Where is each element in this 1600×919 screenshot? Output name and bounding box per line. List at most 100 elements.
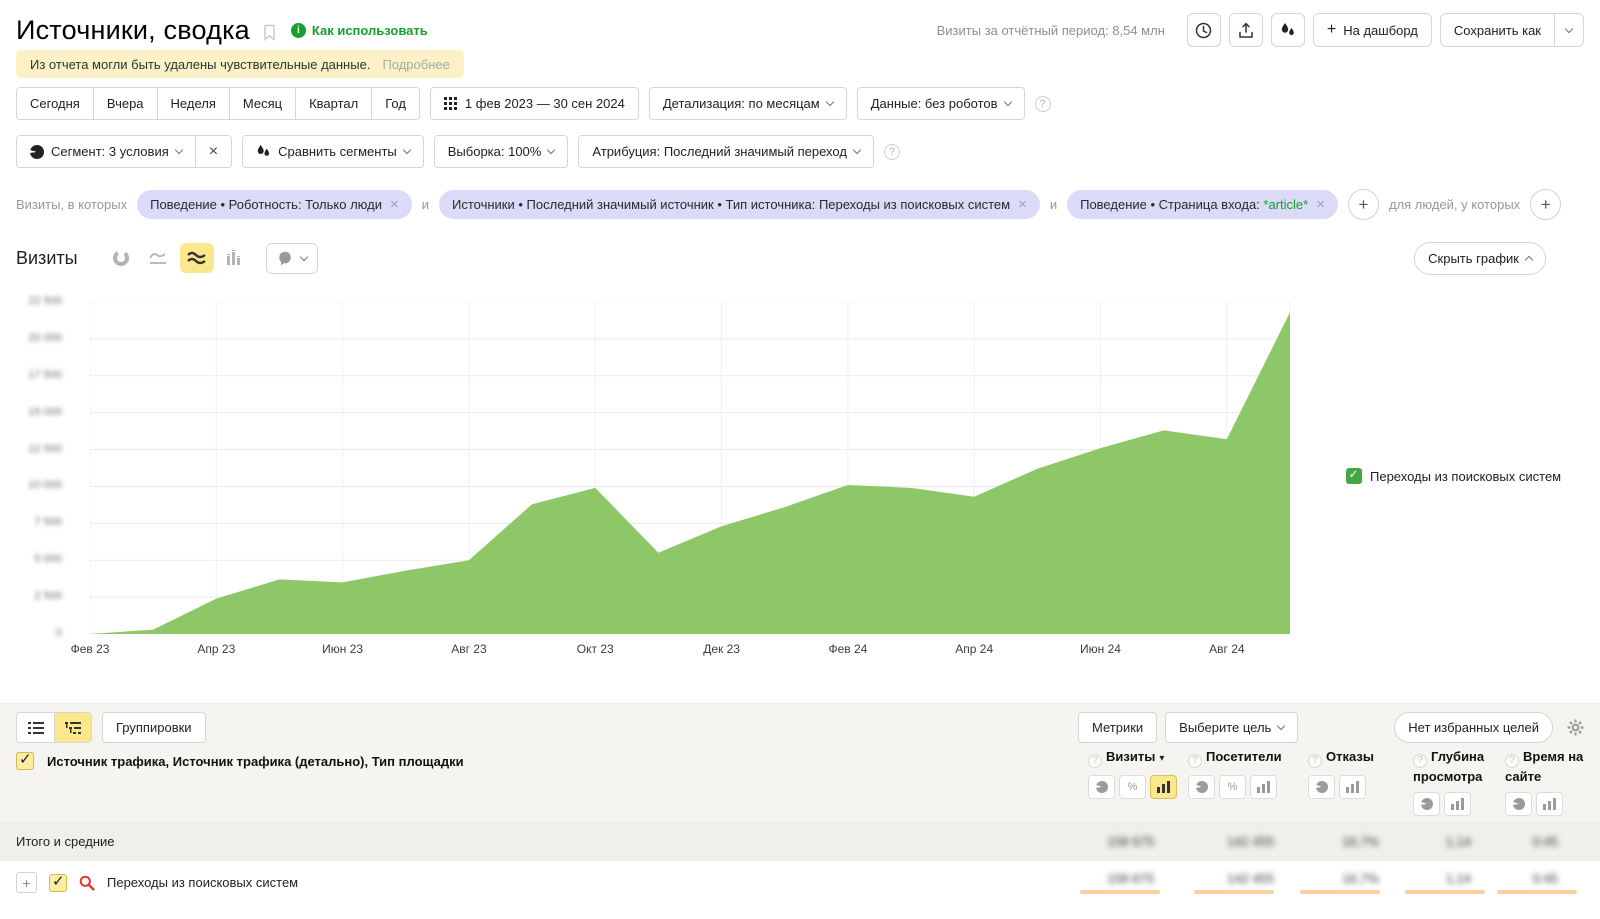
x-axis-label: Авг 23 — [451, 642, 486, 656]
segment-select[interactable]: Сегмент: 3 условия — [17, 136, 195, 167]
viz-bars-button[interactable] — [1536, 792, 1563, 816]
plus-icon: + — [1327, 21, 1336, 39]
grouping-title: Источник трафика, Источник трафика (дета… — [47, 754, 464, 769]
help-icon[interactable]: ? — [884, 144, 900, 160]
filter-chip-robots[interactable]: Поведение • Роботность: Только люди × — [137, 190, 412, 219]
select-all-checkbox[interactable] — [16, 752, 34, 770]
column-header-visitors[interactable]: ?Посетители — [1188, 748, 1300, 768]
row-checkbox[interactable] — [49, 874, 67, 892]
compare-segments-button[interactable]: Сравнить сегменты — [242, 135, 424, 168]
remove-filter-icon[interactable]: × — [1018, 196, 1027, 213]
date-range-button[interactable]: 1 фев 2023 — 30 сен 2024 — [430, 87, 639, 120]
export-button[interactable] — [1229, 13, 1263, 47]
y-axis-label: 22 500 — [28, 295, 62, 307]
settings-gear-icon[interactable] — [1567, 719, 1584, 736]
y-axis-label: 17 500 — [28, 369, 62, 381]
area-series-search-engines — [90, 312, 1290, 634]
metric-column-headers: ?Визиты▾ % ?Посетители % ?Отказы — [1080, 748, 1584, 816]
viz-bars-button[interactable] — [1339, 775, 1366, 799]
add-visit-filter-button[interactable]: + — [1348, 189, 1379, 220]
viz-pie-button[interactable] — [1308, 775, 1335, 799]
drops-icon — [1280, 22, 1296, 38]
expand-row-button[interactable]: + — [16, 872, 37, 893]
viz-percent-button[interactable]: % — [1119, 775, 1146, 799]
viz-pie-button[interactable] — [1088, 775, 1115, 799]
legend-checkbox[interactable] — [1346, 468, 1362, 484]
viz-bars-button[interactable] — [1444, 792, 1471, 816]
help-icon[interactable]: ? — [1035, 96, 1051, 112]
remove-filter-icon[interactable]: × — [390, 196, 399, 213]
column-header-bounce[interactable]: ?Отказы — [1308, 748, 1405, 768]
preset-year[interactable]: Год — [371, 88, 419, 119]
column-header-time[interactable]: ?Время на сайте — [1505, 748, 1584, 785]
bookmark-icon[interactable] — [262, 24, 277, 41]
save-as-split-button: Сохранить как — [1440, 13, 1584, 47]
visits-period-summary: Визиты за отчётный период: 8,54 млн — [937, 23, 1165, 38]
segments-button[interactable] — [1271, 13, 1305, 47]
choose-goal-select[interactable]: Выберите цель — [1165, 712, 1298, 743]
period-presets: Сегодня Вчера Неделя Месяц Квартал Год — [16, 87, 420, 120]
legend-item-search-engines[interactable]: Переходы из поисковых систем — [1346, 468, 1561, 484]
x-axis-label: Апр 24 — [955, 642, 993, 656]
column-header-visits[interactable]: ?Визиты▾ — [1088, 748, 1180, 768]
pie-icon — [1196, 781, 1208, 793]
metrics-button[interactable]: Метрики — [1078, 712, 1157, 743]
tree-view-button[interactable] — [54, 713, 91, 742]
groupings-button[interactable]: Группировки — [102, 712, 206, 743]
save-as-button[interactable]: Сохранить как — [1441, 14, 1554, 46]
remove-filter-icon[interactable]: × — [1316, 196, 1325, 213]
to-dashboard-button[interactable]: + На дашборд — [1313, 13, 1432, 47]
x-axis-labels: Фев 23Апр 23Июн 23Авг 23Окт 23Дек 23Фев … — [90, 642, 1290, 658]
x-axis-label: Дек 23 — [703, 642, 740, 656]
help-icon: ? — [1413, 754, 1427, 768]
segment-clear-button[interactable]: × — [195, 136, 231, 167]
sampling-select[interactable]: Выборка: 100% — [434, 135, 569, 168]
pie-icon — [1096, 781, 1108, 793]
column-header-depth[interactable]: ?Глубина просмотра — [1413, 748, 1497, 785]
annotations-button[interactable] — [266, 243, 318, 274]
chevron-down-icon — [1277, 722, 1285, 730]
banner-more-link[interactable]: Подробнее — [382, 57, 449, 72]
no-favorite-goals-badge[interactable]: Нет избранных целей — [1394, 712, 1553, 743]
preset-today[interactable]: Сегодня — [17, 88, 93, 119]
table-row-search-engines[interactable]: + Переходы из поисковых систем 158 675 1… — [0, 861, 1600, 904]
history-button[interactable] — [1187, 13, 1221, 47]
viz-pie-button[interactable] — [1188, 775, 1215, 799]
and-label: и — [422, 197, 429, 212]
chart-type-donut-button[interactable] — [104, 243, 138, 273]
flat-list-view-button[interactable] — [17, 713, 54, 742]
viz-pie-button[interactable] — [1505, 792, 1532, 816]
viz-percent-button[interactable]: % — [1219, 775, 1246, 799]
data-filter-select[interactable]: Данные: без роботов — [857, 87, 1025, 120]
pie-icon — [30, 145, 44, 159]
chart-type-columns-button[interactable] — [218, 243, 252, 273]
chevron-up-icon — [1525, 255, 1533, 263]
hide-chart-button[interactable]: Скрыть график — [1414, 242, 1546, 275]
chart-type-line-button[interactable] — [142, 243, 176, 273]
table-view-controls: Группировки — [16, 712, 206, 743]
filter-chip-entry-page[interactable]: Поведение • Страница входа: *article* × — [1067, 190, 1338, 219]
donut-chart-icon — [112, 249, 130, 267]
preset-month[interactable]: Месяц — [229, 88, 295, 119]
detalization-select[interactable]: Детализация: по месяцам — [649, 87, 847, 120]
y-axis-label: 10 000 — [28, 479, 62, 491]
add-people-filter-button[interactable]: + — [1530, 189, 1561, 220]
viz-bars-button[interactable] — [1250, 775, 1277, 799]
sensitive-data-banner: Из отчета могли быть удалены чувствитель… — [16, 50, 464, 78]
chevron-down-icon — [1565, 24, 1573, 32]
filter-chip-source-type[interactable]: Источники • Последний значимый источник … — [439, 190, 1040, 219]
preset-yesterday[interactable]: Вчера — [93, 88, 157, 119]
people-suffix-label: для людей, у которых — [1389, 197, 1520, 212]
save-as-caret[interactable] — [1554, 14, 1583, 46]
x-axis-label: Окт 23 — [577, 642, 614, 656]
chart-type-area-button[interactable] — [180, 243, 214, 273]
y-axis-label: 20 000 — [28, 332, 62, 344]
info-icon: i — [291, 23, 306, 38]
viz-bars-button[interactable] — [1150, 775, 1177, 799]
attribution-select[interactable]: Атрибуция: Последний значимый переход — [578, 135, 874, 168]
preset-quarter[interactable]: Квартал — [295, 88, 371, 119]
preset-week[interactable]: Неделя — [157, 88, 229, 119]
how-to-use-link[interactable]: i Как использовать — [291, 23, 428, 38]
viz-pie-button[interactable] — [1413, 792, 1440, 816]
list-icon — [28, 721, 44, 735]
